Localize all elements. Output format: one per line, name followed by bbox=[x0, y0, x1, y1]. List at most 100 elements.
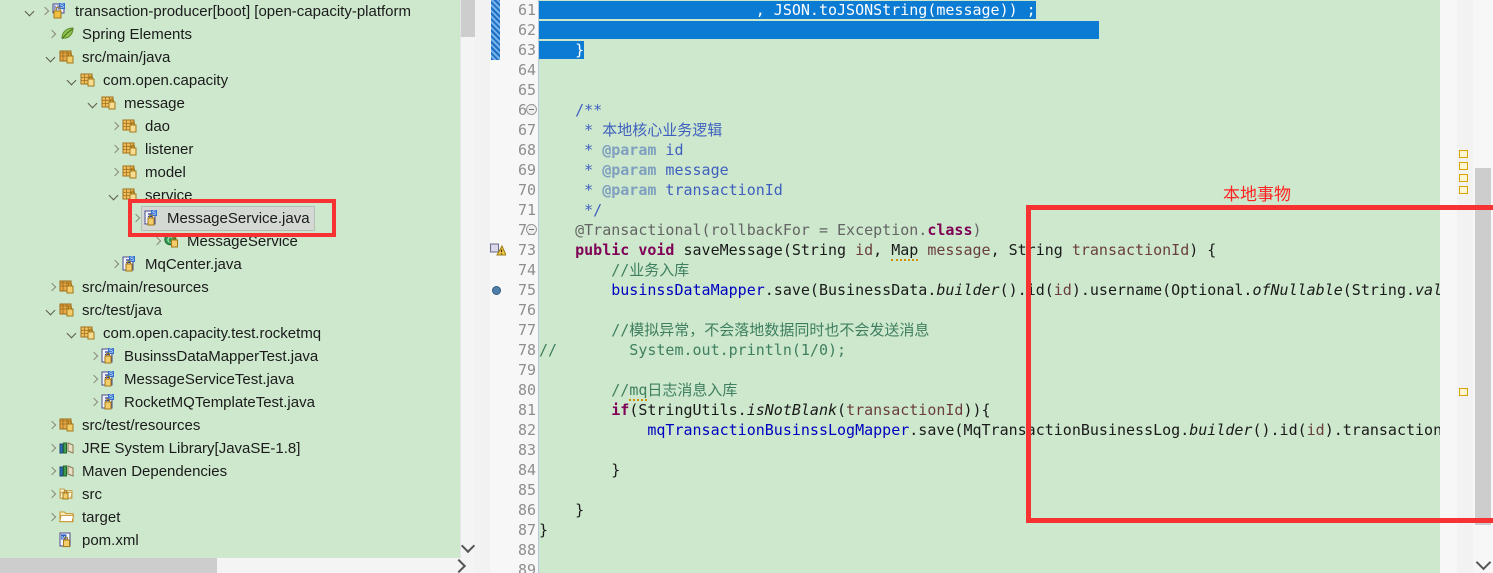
tree-item-content[interactable]: Spring Elements bbox=[59, 23, 192, 46]
tree-item-pom-xml[interactable]: Mpom.xml bbox=[0, 529, 460, 552]
package-explorer-tree[interactable]: M Stransaction-producer [boot] [open-capa… bbox=[0, 0, 460, 558]
chevron-right-icon[interactable] bbox=[45, 506, 59, 529]
chevron-right-icon[interactable] bbox=[108, 253, 122, 276]
code-line-75[interactable]: businssDataMapper.save(BusinessData.buil… bbox=[539, 280, 1440, 300]
code-line-62[interactable] bbox=[539, 20, 1440, 40]
overview-warning-marker[interactable] bbox=[1459, 174, 1468, 182]
tree-item-content[interactable]: src/main/resources bbox=[59, 276, 209, 299]
overview-warning-marker[interactable] bbox=[1459, 162, 1468, 170]
code-line-68[interactable]: * @param id bbox=[539, 140, 1440, 160]
chevron-right-icon[interactable] bbox=[129, 207, 143, 230]
chevron-right-icon[interactable] bbox=[87, 391, 101, 414]
code-line-83[interactable] bbox=[539, 440, 1440, 460]
code-line-87[interactable]: } bbox=[539, 520, 1440, 540]
tree-item-content[interactable]: service bbox=[122, 184, 193, 207]
tree-item-com-open-capacity[interactable]: com.open.capacity bbox=[0, 69, 460, 92]
overview-warning-marker[interactable] bbox=[1459, 150, 1468, 158]
tree-item-src-test-java[interactable]: src/test/java bbox=[0, 299, 460, 322]
code-line-74[interactable]: //业务入库 bbox=[539, 260, 1440, 280]
code-line-64[interactable] bbox=[539, 60, 1440, 80]
tree-item-listener[interactable]: listener bbox=[0, 138, 460, 161]
code-line-70[interactable]: * @param transactionId bbox=[539, 180, 1440, 200]
chevron-right-icon[interactable] bbox=[45, 460, 59, 483]
tree-item-content[interactable]: M S transaction-producer [boot] [open-capa… bbox=[38, 0, 411, 23]
tree-item-src-main-java[interactable]: src/main/java bbox=[0, 46, 460, 69]
code-line-66[interactable]: /** bbox=[539, 100, 1440, 120]
code-line-71[interactable]: */ bbox=[539, 200, 1440, 220]
tree-item-content[interactable]: Mpom.xml bbox=[59, 529, 139, 552]
chevron-right-icon[interactable] bbox=[45, 437, 59, 460]
tree-item-content[interactable]: JRE System Library [JavaSE-1.8] bbox=[59, 437, 300, 460]
tree-item-content[interactable]: src bbox=[59, 483, 102, 506]
tree-item-content[interactable]: C MessageService bbox=[164, 230, 298, 253]
tree-item-content[interactable]: src/test/java bbox=[59, 299, 162, 322]
code-line-86[interactable]: } bbox=[539, 500, 1440, 520]
tree-item-content[interactable]: com.open.capacity bbox=[80, 69, 228, 92]
tree-item-content[interactable]: S MqCenter.java bbox=[122, 253, 242, 276]
tree-item-content[interactable]: com.open.capacity.test.rocketmq bbox=[80, 322, 321, 345]
tree-item-content[interactable]: listener bbox=[122, 138, 193, 161]
chevron-right-icon[interactable] bbox=[45, 414, 59, 437]
tree-horizontal-scroll-thumb[interactable] bbox=[0, 558, 217, 573]
chevron-right-icon[interactable] bbox=[452, 558, 466, 573]
chevron-down-icon[interactable] bbox=[461, 538, 475, 552]
chevron-right-icon[interactable] bbox=[108, 115, 122, 138]
code-line-88[interactable] bbox=[539, 540, 1440, 560]
chevron-right-icon[interactable] bbox=[38, 0, 52, 23]
code-line-78[interactable]: // System.out.println(1/0); bbox=[539, 340, 1440, 360]
chevron-right-icon[interactable] bbox=[108, 138, 122, 161]
chevron-down-icon[interactable] bbox=[45, 299, 59, 322]
tree-item-content[interactable]: Maven Dependencies bbox=[59, 460, 227, 483]
tree-item-com-open-capacity-test-rocketmq[interactable]: com.open.capacity.test.rocketmq bbox=[0, 322, 460, 345]
tree-vertical-scrollbar[interactable] bbox=[460, 0, 475, 558]
overview-warning-marker[interactable] bbox=[1459, 388, 1468, 396]
tree-item-messageservice-java[interactable]: S MessageService.java bbox=[0, 206, 460, 231]
tree-vertical-scroll-thumb[interactable] bbox=[461, 0, 475, 37]
tree-item-transaction-producer[interactable]: M S transaction-producer [boot] [open-capa… bbox=[0, 0, 460, 23]
code-fold-collapse-icon[interactable] bbox=[526, 104, 537, 115]
tree-item-messageservice[interactable]: C MessageService bbox=[0, 230, 460, 253]
chevron-right-icon[interactable] bbox=[87, 345, 101, 368]
tree-item-src-main-resources[interactable]: src/main/resources bbox=[0, 276, 460, 299]
tree-item-spring-elements[interactable]: Spring Elements bbox=[0, 23, 460, 46]
editor-gutter-icons[interactable] bbox=[490, 0, 538, 573]
editor-overview-ruler[interactable] bbox=[1457, 0, 1473, 573]
tree-item-model[interactable]: model bbox=[0, 161, 460, 184]
code-line-61[interactable]: , JSON.toJSONString(message)) ; bbox=[539, 0, 1440, 20]
overview-warning-marker[interactable] bbox=[1459, 186, 1468, 194]
code-fold-collapse-icon[interactable] bbox=[526, 224, 537, 235]
code-line-82[interactable]: mqTransactionBusinssLogMapper.save(MqTra… bbox=[539, 420, 1440, 440]
tree-item-content[interactable]: model bbox=[122, 161, 186, 184]
tree-item-dao[interactable]: dao bbox=[0, 115, 460, 138]
tree-item-jre-system-library[interactable]: JRE System Library [JavaSE-1.8] bbox=[0, 437, 460, 460]
tree-item-service[interactable]: service bbox=[0, 184, 460, 207]
tree-horizontal-scrollbar[interactable] bbox=[0, 558, 474, 573]
tree-item-content[interactable]: S RocketMQTemplateTest.java bbox=[101, 391, 315, 414]
code-line-72[interactable]: @Transactional(rollbackFor = Exception.c… bbox=[539, 220, 1440, 240]
chevron-right-icon[interactable] bbox=[45, 23, 59, 46]
tree-item-businssdatamappertest-java[interactable]: S BusinssDataMapperTest.java bbox=[0, 345, 460, 368]
code-line-65[interactable] bbox=[539, 80, 1440, 100]
code-line-89[interactable] bbox=[539, 560, 1440, 573]
code-line-79[interactable] bbox=[539, 360, 1440, 380]
code-line-77[interactable]: //模拟异常，不会落地数据同时也不会发送消息 bbox=[539, 320, 1440, 340]
tree-item-rocketmqtemplatetest-java[interactable]: S RocketMQTemplateTest.java bbox=[0, 391, 460, 414]
code-line-76[interactable] bbox=[539, 300, 1440, 320]
tree-item-content[interactable]: dao bbox=[122, 115, 170, 138]
tree-item-mqcenter-java[interactable]: S MqCenter.java bbox=[0, 253, 460, 276]
tree-item-content[interactable]: message bbox=[101, 92, 185, 115]
chevron-right-icon[interactable] bbox=[45, 276, 59, 299]
tree-item-content[interactable]: S BusinssDataMapperTest.java bbox=[101, 345, 318, 368]
warning-marker-icon[interactable] bbox=[490, 242, 507, 258]
code-line-84[interactable]: } bbox=[539, 460, 1440, 480]
tree-item-messageservicetest-java[interactable]: S MessageServiceTest.java bbox=[0, 368, 460, 391]
chevron-down-icon[interactable] bbox=[66, 322, 80, 345]
code-line-81[interactable]: if(StringUtils.isNotBlank(transactionId)… bbox=[539, 400, 1440, 420]
tree-item-content[interactable]: target bbox=[59, 506, 120, 529]
tree-item-src[interactable]: src bbox=[0, 483, 460, 506]
tree-item-message[interactable]: message bbox=[0, 92, 460, 115]
chevron-right-icon[interactable] bbox=[87, 368, 101, 391]
tree-item-content[interactable]: S MessageServiceTest.java bbox=[101, 368, 294, 391]
tree-item-content[interactable]: src/test/resources bbox=[59, 414, 200, 437]
code-line-63[interactable]: } bbox=[539, 40, 1440, 60]
